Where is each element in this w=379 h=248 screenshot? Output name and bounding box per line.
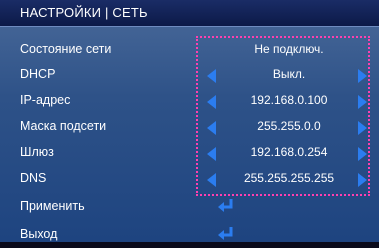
arrow-right-icon[interactable] [358, 95, 367, 109]
arrow-right-icon[interactable] [358, 173, 367, 187]
row-label: Шлюз [20, 145, 54, 159]
row-subnet-mask[interactable]: Маска подсети 255.255.0.0 [0, 114, 379, 140]
row-dns[interactable]: DNS 255.255.255.255 [0, 166, 379, 192]
row-label: DNS [20, 171, 47, 185]
exit-label: Выход [20, 227, 58, 241]
dns-value: 255.255.255.255 [243, 171, 335, 185]
row-gateway[interactable]: Шлюз 192.168.0.254 [0, 140, 379, 166]
arrow-right-icon[interactable] [358, 121, 367, 135]
ip-address-value: 192.168.0.100 [250, 93, 328, 107]
apply-label: Применить [20, 199, 85, 213]
subnet-mask-value: 255.255.0.0 [257, 119, 321, 133]
row-label: DHCP [20, 67, 56, 81]
row-ip-address[interactable]: IP-адрес 192.168.0.100 [0, 88, 379, 114]
menu-title: НАСТРОЙКИ | СЕТЬ [20, 5, 148, 20]
enter-icon[interactable] [216, 225, 236, 243]
row-dhcp[interactable]: DHCP Выкл. [0, 62, 379, 88]
enter-icon[interactable] [216, 197, 236, 215]
title-bar: НАСТРОЙКИ | СЕТЬ [0, 0, 379, 27]
row-exit[interactable]: Выход [0, 222, 379, 248]
arrow-right-icon[interactable] [358, 69, 367, 83]
network-status-value: Не подключ. [254, 42, 324, 56]
row-label: Состояние сети [20, 42, 112, 56]
row-apply[interactable]: Применить [0, 194, 379, 220]
arrow-right-icon[interactable] [358, 147, 367, 161]
row-label: IP-адрес [20, 93, 71, 107]
row-network-status: Состояние сети Не подключ. [0, 37, 379, 63]
dhcp-value: Выкл. [272, 67, 306, 81]
gateway-value: 192.168.0.254 [250, 145, 328, 159]
settings-menu: НАСТРОЙКИ | СЕТЬ Состояние сети Не подкл… [0, 0, 379, 242]
row-label: Маска подсети [20, 119, 107, 133]
